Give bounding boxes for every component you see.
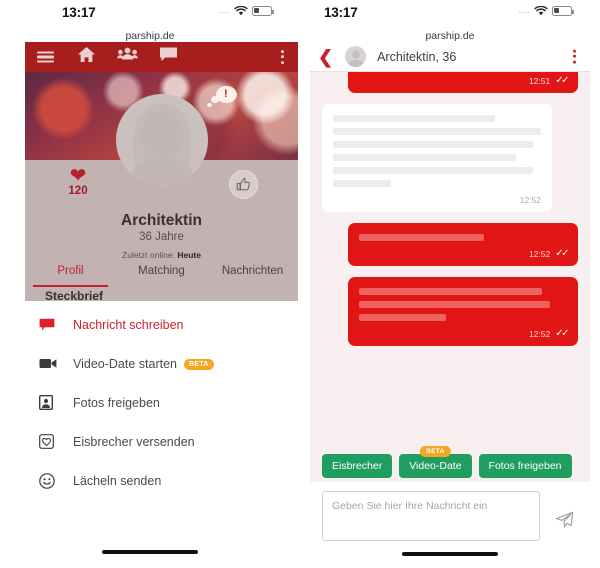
avatar[interactable] <box>115 94 208 186</box>
chat-header: ❮ Architektin, 36 <box>310 42 590 72</box>
action-laecheln-senden[interactable]: Lächeln senden <box>25 461 298 500</box>
action-nachricht-schreiben[interactable]: Nachricht schreiben <box>25 305 298 344</box>
double-check-icon: ✓✓ <box>555 74 569 86</box>
message-meta: 12:52 ✓✓ <box>359 247 569 260</box>
message-time: 12:51 <box>528 75 551 86</box>
beta-badge: BETA <box>420 446 451 457</box>
signal-dots-icon: .... <box>218 6 230 15</box>
message-list[interactable]: 12:51 ✓✓ 12:52 12:52 ✓✓ 12:52 ✓✓ <box>310 72 590 450</box>
right-phone-screen: ❮ Architektin, 36 12:51 ✓✓ 12:52 12:52 ✓… <box>310 42 590 550</box>
browser-url-bar[interactable]: parship.de <box>300 26 600 43</box>
action-label: Eisbrecher versenden <box>73 434 195 449</box>
status-bar-indicators: .... <box>218 6 275 16</box>
message-bubble-outgoing: 12:51 ✓✓ <box>348 72 578 93</box>
action-label: Nachricht schreiben <box>73 317 184 332</box>
tab-matching[interactable]: Matching <box>116 259 207 287</box>
profile-age: 36 Jahre <box>139 231 184 243</box>
message-bubble-outgoing: 12:52 ✓✓ <box>348 277 578 346</box>
action-label: Video-Date starten BETA <box>73 357 214 371</box>
left-phone-screen: ! ❤ 120 Architektin 36 Jahre Zuletzt onl… <box>25 42 298 550</box>
beta-badge: BETA <box>184 359 214 370</box>
status-bar-indicators: .... <box>518 6 575 16</box>
thought-bubble-exclamation-icon: ! <box>207 86 241 108</box>
chat-bubble-icon[interactable] <box>159 47 178 68</box>
kebab-menu-icon[interactable] <box>281 48 284 66</box>
steckbrief-section-title: Steckbrief <box>25 287 298 303</box>
send-paper-plane-icon[interactable] <box>555 511 574 534</box>
default-female-avatar-icon <box>115 94 208 186</box>
tab-profil[interactable]: Profil <box>25 259 116 287</box>
kebab-menu-icon[interactable] <box>572 47 576 66</box>
url-text: parship.de <box>125 30 175 42</box>
quick-action-eisbrecher[interactable]: Eisbrecher <box>322 454 393 478</box>
home-indicator[interactable] <box>402 552 498 556</box>
wifi-icon <box>534 6 548 16</box>
message-bubble-incoming: 12:52 <box>322 104 552 212</box>
heart-icon: ❤ <box>69 165 87 187</box>
browser-url-bar[interactable]: parship.de <box>0 26 300 43</box>
app-header <box>25 42 298 72</box>
chevron-left-icon[interactable]: ❮ <box>318 48 333 66</box>
thumbs-up-icon[interactable] <box>229 170 258 199</box>
action-sheet: Nachricht schreiben Video-Date starten BE… <box>25 301 298 550</box>
chat-title: Architektin, 36 <box>377 49 457 64</box>
tab-nachrichten[interactable]: Nachrichten <box>207 259 298 287</box>
double-check-icon: ✓✓ <box>555 327 569 339</box>
message-time: 12:52 <box>519 194 541 205</box>
home-indicator[interactable] <box>102 550 198 554</box>
wifi-icon <box>234 6 248 16</box>
status-bar-time: 13:17 <box>324 5 358 20</box>
message-composer <box>310 482 590 550</box>
message-input[interactable] <box>322 491 540 541</box>
status-bar: 13:17 .... <box>0 0 300 26</box>
heart-in-square-icon <box>39 434 73 449</box>
home-icon[interactable] <box>77 46 96 68</box>
action-label: Fotos freigeben <box>73 395 160 410</box>
smiley-face-icon <box>39 472 73 489</box>
speech-bubble-icon <box>39 318 73 332</box>
quick-action-bar: Eisbrecher BETA Video-Date Fotos freigeb… <box>310 446 590 482</box>
double-check-icon: ✓✓ <box>555 247 569 259</box>
right-phone: 13:17 .... parship.de ❮ Architektin, 36 <box>300 0 600 568</box>
quick-action-video-date[interactable]: BETA Video-Date <box>399 446 472 478</box>
message-time: 12:52 <box>528 248 551 259</box>
status-bar-time: 13:17 <box>62 5 96 20</box>
left-phone: 13:17 .... parship.de ! ❤ 120 Architekti… <box>0 0 300 568</box>
message-meta: 12:52 ✓✓ <box>359 327 569 340</box>
page-title: Architektin <box>121 212 202 229</box>
action-label: Lächeln senden <box>73 473 162 488</box>
heart-count: 120 <box>68 185 88 197</box>
profile-tabs: Profil Matching Nachrichten <box>25 259 298 287</box>
people-group-icon[interactable] <box>117 47 138 68</box>
dual-phone-screenshot: 13:17 .... parship.de ! ❤ 120 Architekti… <box>0 0 600 568</box>
message-time: 12:52 <box>528 328 551 339</box>
battery-icon <box>552 6 575 16</box>
message-bubble-outgoing: 12:52 ✓✓ <box>348 223 578 266</box>
action-eisbrecher-versenden[interactable]: Eisbrecher versenden <box>25 422 298 461</box>
url-text: parship.de <box>425 30 475 42</box>
status-bar: 13:17 .... <box>300 0 600 26</box>
quick-action-fotos-freigeben[interactable]: Fotos freigeben <box>478 454 572 478</box>
contact-avatar-icon[interactable] <box>345 46 367 67</box>
message-meta: 12:52 <box>333 193 541 206</box>
like-counter: ❤ 120 <box>61 165 95 197</box>
battery-icon <box>252 6 275 16</box>
photo-portrait-icon <box>39 395 73 410</box>
signal-dots-icon: .... <box>518 6 530 15</box>
message-meta: 12:51 ✓✓ <box>359 74 569 87</box>
hamburger-menu-icon[interactable] <box>37 49 54 66</box>
action-video-date-starten[interactable]: Video-Date starten BETA <box>25 344 298 383</box>
action-fotos-freigeben[interactable]: Fotos freigeben <box>25 383 298 422</box>
quick-action-label: Video-Date <box>409 460 462 472</box>
video-camera-icon <box>39 357 73 370</box>
